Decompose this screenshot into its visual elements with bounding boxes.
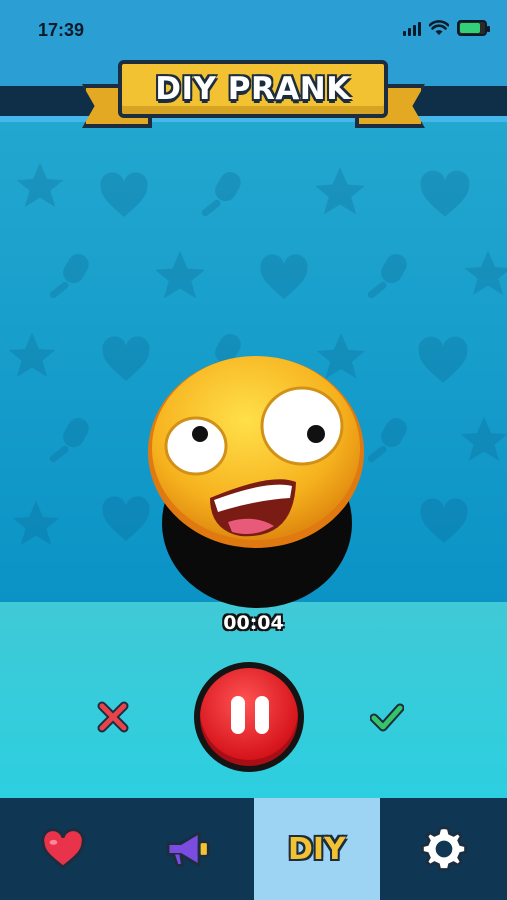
battery-charging-icon: [457, 20, 490, 36]
nav-item-favorites[interactable]: [0, 798, 127, 900]
star-pattern-icon: [456, 412, 507, 468]
cross-icon: [97, 701, 129, 733]
bottom-nav: DIY: [0, 798, 507, 900]
star-pattern-icon: [12, 158, 68, 214]
microphone-pattern-icon: [362, 248, 418, 304]
signal-icon: [403, 20, 421, 36]
star-pattern-icon: [150, 246, 210, 306]
pause-icon-bar: [255, 696, 269, 734]
star-pattern-icon: [8, 496, 64, 552]
page-title: DIY PRANK: [155, 71, 351, 107]
heart-pattern-icon: [256, 250, 312, 306]
banner-plate: DIY PRANK: [118, 60, 388, 118]
star-pattern-icon: [460, 246, 507, 302]
settings-gear-icon: [420, 826, 467, 871]
diy-icon: DIY: [287, 831, 346, 867]
microphone-pattern-icon: [44, 412, 100, 468]
status-time: 17:39: [38, 20, 85, 40]
nav-item-settings[interactable]: [380, 798, 507, 900]
checkmark-icon: [369, 703, 405, 732]
confirm-button[interactable]: [369, 700, 405, 734]
heart-pattern-icon: [414, 332, 472, 390]
pause-recording-button[interactable]: [194, 662, 304, 772]
recording-timer: 00:04: [223, 612, 284, 634]
title-banner: DIY PRANK: [82, 58, 425, 130]
wifi-icon: [429, 20, 449, 35]
star-pattern-icon: [4, 328, 60, 384]
status-bar: 17:39: [0, 0, 507, 58]
status-icons: [403, 20, 490, 36]
nav-item-sounds[interactable]: [127, 798, 254, 900]
microphone-pattern-icon: [196, 166, 252, 222]
microphone-pattern-icon: [44, 248, 100, 304]
pause-icon: [231, 696, 245, 734]
heart-icon: [41, 828, 86, 870]
heart-pattern-icon: [96, 168, 152, 224]
app-screen: 17:39 DIY PRANK 00:04 DIY: [0, 0, 507, 900]
nav-item-diy[interactable]: DIY: [253, 798, 381, 900]
microphone-pattern-icon: [362, 412, 418, 468]
emoji-character: [144, 354, 370, 612]
heart-pattern-icon: [416, 494, 472, 550]
star-pattern-icon: [310, 162, 370, 222]
crazy-face-emoji-icon: [148, 356, 364, 548]
heart-pattern-icon: [416, 166, 474, 224]
megaphone-icon: [166, 831, 210, 867]
cancel-button[interactable]: [96, 700, 130, 734]
